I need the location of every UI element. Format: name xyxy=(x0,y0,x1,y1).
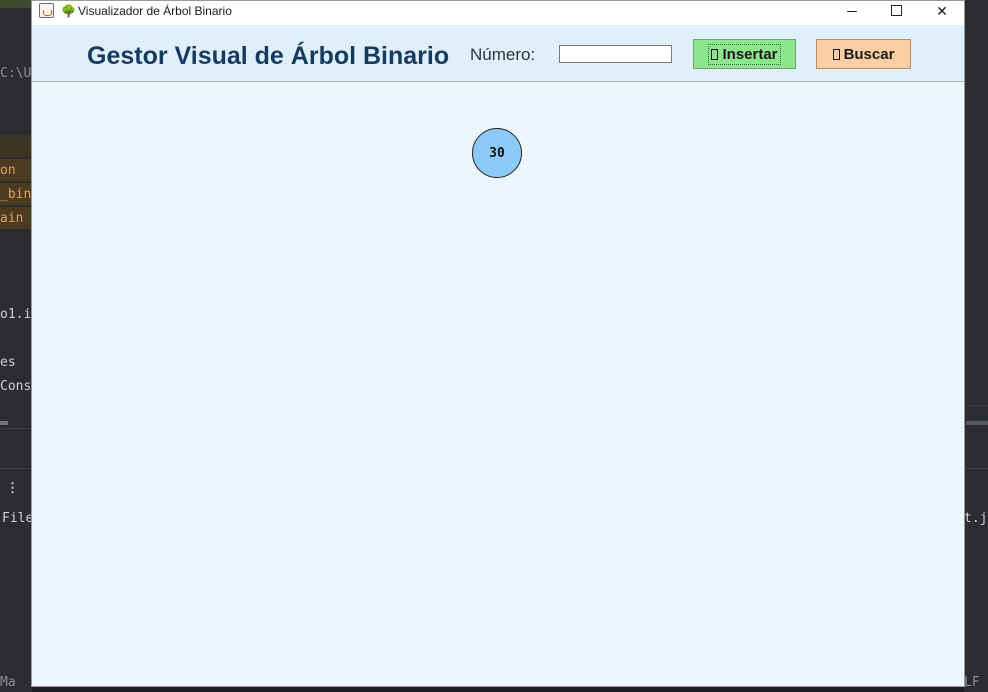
ide-tree-item[interactable]: es xyxy=(0,355,32,370)
ide-divider xyxy=(964,405,988,406)
ide-divider xyxy=(0,468,32,469)
ide-console-text: t.ja xyxy=(964,511,988,526)
insert-button-label: Insertar xyxy=(722,45,778,63)
ide-console-text: File xyxy=(2,511,32,526)
search-button-label: Buscar xyxy=(843,45,895,63)
ide-left-panel: C:\Us on _binar ain o1.im es Cons ⋮ File… xyxy=(0,0,32,692)
tree-icon: 🌳 xyxy=(61,4,76,18)
ide-scrollbar[interactable] xyxy=(966,421,988,425)
tree-node: 30 xyxy=(472,128,522,178)
search-icon xyxy=(832,48,840,60)
ide-more-icon[interactable]: ⋮ xyxy=(6,481,26,496)
ide-right-panel: t.ja LF xyxy=(964,0,988,692)
app-heading: Gestor Visual de Árbol Binario xyxy=(87,42,450,70)
insert-icon xyxy=(711,48,719,60)
title-bar[interactable]: 🌳 Visualizador de Árbol Binario ✕ xyxy=(32,1,964,22)
app-window: 🌳 Visualizador de Árbol Binario ✕ Gestor… xyxy=(31,0,965,687)
ide-highlight xyxy=(0,135,32,157)
tree-node-value: 30 xyxy=(489,145,505,161)
insert-button[interactable]: Insertar xyxy=(693,39,796,69)
number-label: Número: xyxy=(470,45,536,64)
window-title: Visualizador de Árbol Binario xyxy=(78,4,232,18)
ide-path-text: C:\Us xyxy=(0,66,32,81)
ide-status-text: Ma xyxy=(0,675,16,690)
search-button[interactable]: Buscar xyxy=(816,39,911,69)
tree-canvas[interactable]: 30 xyxy=(32,82,964,686)
ide-scrollbar[interactable] xyxy=(0,421,8,425)
toolbar: Gestor Visual de Árbol Binario Número: I… xyxy=(32,25,964,82)
minimize-icon xyxy=(847,11,857,12)
ide-top-strip xyxy=(0,0,32,8)
insert-button-focus: Insertar xyxy=(708,43,781,65)
ide-status-text: LF xyxy=(964,675,980,690)
close-icon: ✕ xyxy=(936,3,948,19)
close-button[interactable]: ✕ xyxy=(919,1,965,22)
java-app-icon xyxy=(39,3,54,18)
ide-tree-item[interactable]: on xyxy=(0,163,32,178)
number-input[interactable] xyxy=(559,45,672,63)
ide-tree-item[interactable]: ain xyxy=(0,211,32,226)
maximize-icon xyxy=(891,5,902,16)
maximize-button[interactable] xyxy=(873,1,919,22)
ide-tree-item[interactable]: _binar xyxy=(0,187,32,202)
ide-tree-item[interactable]: Cons xyxy=(0,379,32,394)
ide-tree-item[interactable]: o1.im xyxy=(0,307,32,322)
ide-divider xyxy=(0,428,32,429)
ide-divider xyxy=(964,468,988,469)
minimize-button[interactable] xyxy=(829,1,875,22)
